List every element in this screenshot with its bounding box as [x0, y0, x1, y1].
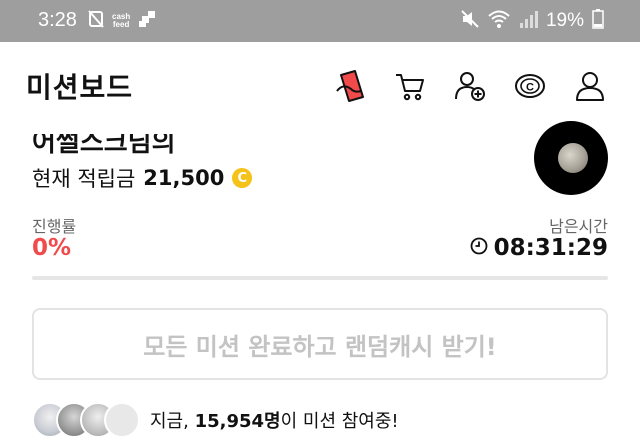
balance-label: 현재 적립금 — [32, 167, 136, 191]
progress-label: 진행률 — [32, 217, 77, 236]
cashfeed-icon: cash feed — [112, 13, 130, 29]
participants-suffix: 이 미션 참여중! — [280, 411, 399, 432]
cart-icon[interactable] — [390, 66, 430, 106]
participants-row: 지금, 15,954명이 미션 참여중! — [32, 402, 399, 438]
participants-prefix: 지금, — [150, 411, 195, 432]
profile-icon[interactable] — [570, 66, 610, 106]
remaining-time: 08:31:29 — [470, 235, 608, 261]
status-left-icons: cash feed — [88, 10, 156, 32]
battery-percent: 19% — [545, 10, 584, 31]
balance-row: 현재 적립금 21,500 C — [32, 163, 253, 193]
participants-count: 15,954명 — [194, 411, 281, 432]
status-bar: 3:28 cash feed 19% — [0, 0, 640, 42]
app-icon — [138, 10, 156, 32]
remaining-time-label: 남은시간 — [549, 217, 608, 236]
coupon-icon[interactable] — [330, 66, 370, 106]
svg-text:C: C — [526, 82, 534, 94]
status-right-icons: 19% — [460, 9, 604, 33]
page-title: 미션보드 — [26, 71, 134, 104]
battery-icon — [592, 9, 604, 33]
add-friend-icon[interactable] — [450, 66, 490, 106]
mute-icon — [460, 9, 480, 33]
balance-amount: 21,500 — [143, 166, 225, 190]
status-time: 3:28 — [38, 9, 77, 31]
avatar[interactable] — [534, 121, 608, 195]
complete-all-missions-button[interactable]: 모든 미션 완료하고 랜덤캐시 받기! — [32, 308, 608, 380]
clock-icon — [470, 235, 488, 261]
moon-image — [558, 143, 588, 173]
wifi-icon — [488, 9, 510, 33]
no-disturb-icon — [88, 10, 104, 32]
cashfeed-bottom: feed — [112, 20, 130, 29]
coin-icon[interactable]: C — [510, 66, 550, 106]
progress-value: 0% — [32, 235, 72, 261]
user-greeting: 어썰스크님의 — [32, 128, 176, 158]
divider — [32, 276, 608, 280]
app-bar-actions: C — [330, 66, 610, 106]
remaining-time-value: 08:31:29 — [493, 235, 608, 261]
app-bar: 미션보드 C — [0, 42, 640, 124]
participants-text: 지금, 15,954명이 미션 참여중! — [150, 407, 399, 433]
coin-badge-icon: C — [232, 168, 253, 188]
signal-icon — [518, 9, 538, 33]
participant-avatar — [104, 402, 140, 438]
